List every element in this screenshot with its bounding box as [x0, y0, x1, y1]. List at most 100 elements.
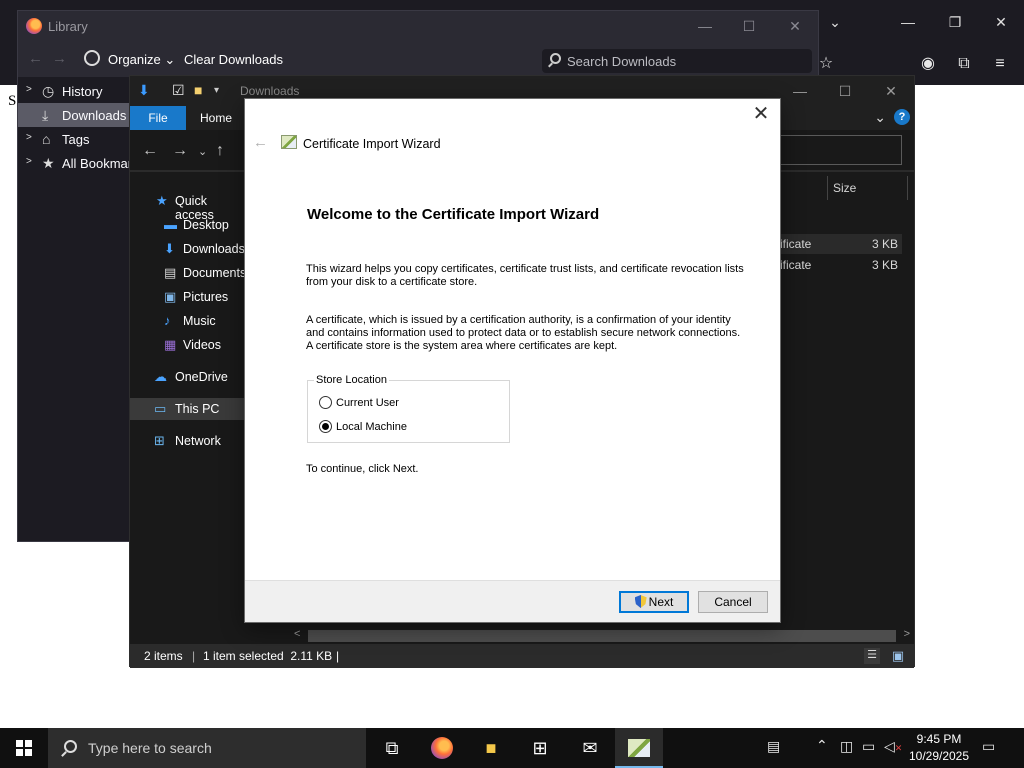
taskbar-store[interactable]: ⊞ [516, 728, 564, 768]
up-arrow-icon[interactable]: ↑ [216, 142, 224, 160]
expand-chevron-icon[interactable]: > [26, 84, 32, 95]
nav-item-label: Desktop [183, 218, 229, 232]
radio-button[interactable] [319, 420, 332, 433]
clear-downloads-button[interactable]: Clear Downloads [184, 52, 283, 67]
task-view-button[interactable]: ⧉ [368, 728, 416, 768]
library-minimize-button[interactable]: — [690, 16, 720, 36]
back-arrow-icon[interactable]: ← [253, 134, 268, 151]
nav-item-onedrive[interactable]: ☁ OneDrive [130, 366, 246, 388]
library-close-button[interactable]: ✕ [780, 16, 810, 36]
column-header-size[interactable]: Size [780, 176, 908, 200]
taskbar-mail[interactable]: ✉ [566, 728, 614, 768]
sidebar-item-history[interactable]: > ◷ History [18, 79, 130, 103]
taskbar-search-box[interactable]: Type here to search [48, 728, 366, 768]
download-icon: ⬇ [138, 82, 150, 98]
tab-file[interactable]: File [130, 106, 186, 130]
file-row[interactable]: ificate 3 KB [780, 255, 902, 275]
details-view-icon[interactable]: ☰ [864, 648, 880, 664]
large-icons-view-icon[interactable]: ▣ [890, 648, 906, 664]
sidebar-item-tags[interactable]: > ⌂ Tags [18, 127, 130, 151]
back-arrow-icon[interactable]: ← [142, 142, 158, 160]
expand-ribbon-icon[interactable]: ⌄ [874, 109, 886, 126]
browser-minimize-button[interactable]: — [893, 10, 923, 34]
tab-list-chevron-icon[interactable]: ⌄ [820, 10, 850, 34]
network-status-icon[interactable]: ▭ [862, 738, 875, 755]
library-titlebar: Library — ☐ ✕ [18, 11, 818, 41]
expand-chevron-icon[interactable]: > [26, 132, 32, 143]
star-icon: ★ [42, 155, 55, 171]
meet-now-icon[interactable]: ◫ [840, 738, 853, 755]
help-icon[interactable]: ? [894, 109, 910, 125]
taskbar-clock[interactable]: 9:45 PM 10/29/2025 [904, 731, 974, 765]
column-divider[interactable] [827, 176, 828, 200]
customize-toolbar-icon[interactable]: ▾ [214, 85, 219, 96]
nav-item-quick-access[interactable]: ★ Quick access [130, 190, 246, 222]
nav-item-downloads[interactable]: ⬇ Downloads [130, 238, 246, 260]
nav-item-network[interactable]: ⊞ Network [130, 430, 246, 452]
notification-center-icon[interactable]: ▭ [982, 738, 995, 755]
windows-logo-icon [16, 740, 32, 756]
recent-locations-icon[interactable]: ⌄ [198, 145, 207, 158]
menu-icon[interactable]: ≡ [988, 52, 1012, 76]
picture-icon: ▣ [164, 289, 177, 304]
nav-item-desktop[interactable]: ▬ Desktop [130, 214, 246, 236]
nav-item-pictures[interactable]: ▣ Pictures [130, 286, 246, 308]
explorer-minimize-button[interactable]: — [785, 81, 815, 101]
nav-item-label: This PC [175, 402, 220, 416]
desktop-icon: ▬ [164, 217, 177, 232]
sidebar-item-all-bookmarks[interactable]: > ★ All Bookmarks [18, 151, 145, 175]
clock-icon: ◷ [42, 83, 55, 99]
explorer-title: Downloads [240, 84, 300, 98]
search-explorer-input[interactable] [778, 135, 902, 165]
nav-item-videos[interactable]: ▦ Videos [130, 334, 246, 356]
extensions-icon[interactable]: ⧉ [952, 52, 976, 76]
properties-icon[interactable]: ☑ [172, 82, 185, 99]
back-arrow-icon[interactable]: ← [28, 50, 43, 67]
nav-item-this-pc[interactable]: ▭ This PC [130, 398, 246, 420]
forward-arrow-icon[interactable]: → [172, 142, 188, 160]
nav-item-music[interactable]: ♪ Music [130, 310, 246, 332]
taskbar-firefox[interactable] [418, 728, 466, 768]
browser-restore-button[interactable]: ❐ [940, 10, 970, 34]
scroll-left-arrow-icon[interactable]: < [294, 628, 300, 640]
start-button[interactable] [0, 728, 48, 768]
next-button[interactable]: Next [619, 591, 689, 613]
new-folder-icon[interactable]: ■ [194, 82, 202, 98]
file-name: ificate [780, 258, 812, 272]
taskbar-certificate-wizard[interactable] [615, 728, 663, 768]
close-icon[interactable]: ✕ [750, 103, 772, 125]
scroll-right-arrow-icon[interactable]: > [904, 628, 910, 640]
file-row[interactable]: ificate 3 KB [780, 234, 902, 254]
expand-chevron-icon[interactable]: > [26, 156, 32, 167]
radio-label: Current User [336, 397, 399, 409]
sidebar-item-downloads[interactable]: ⤓ Downloads [18, 103, 130, 127]
show-hidden-icons-chevron-icon[interactable]: ⌃ [816, 737, 828, 754]
volume-muted-icon[interactable]: ◁✕ [884, 738, 902, 755]
account-icon[interactable]: ◉ [916, 52, 940, 76]
forward-arrow-icon[interactable]: → [52, 50, 67, 67]
store-location-group: Store Location Current User Local Machin… [307, 374, 510, 443]
explorer-close-button[interactable]: ✕ [876, 81, 906, 101]
radio-button[interactable] [319, 396, 332, 409]
browser-close-button[interactable]: ✕ [986, 10, 1016, 34]
horizontal-scrollbar[interactable]: < > [290, 626, 914, 644]
taskbar-file-explorer[interactable]: ■ [467, 728, 515, 768]
news-widget-icon[interactable]: ▤ [767, 738, 780, 755]
nav-item-label: OneDrive [175, 370, 228, 384]
scrollbar-thumb[interactable] [308, 630, 896, 642]
explorer-maximize-button[interactable]: ☐ [830, 81, 860, 101]
wizard-description-text: A certificate, which is issued by a cert… [306, 314, 741, 352]
wizard-footer: Next Cancel [245, 580, 780, 622]
tab-home[interactable]: Home [200, 111, 232, 125]
status-separator: | [192, 649, 196, 663]
library-maximize-button[interactable]: ☐ [734, 16, 764, 36]
gear-icon [84, 50, 100, 66]
page-content-text: S [8, 93, 17, 109]
document-icon: ▤ [164, 265, 177, 280]
wizard-header-title: Certificate Import Wizard [303, 137, 441, 151]
organize-button[interactable]: Organize ⌄ [108, 52, 175, 68]
radio-label: Local Machine [336, 421, 407, 433]
cancel-button[interactable]: Cancel [698, 591, 768, 613]
search-downloads-input[interactable]: Search Downloads [542, 49, 812, 73]
nav-item-documents[interactable]: ▤ Documents [130, 262, 246, 284]
